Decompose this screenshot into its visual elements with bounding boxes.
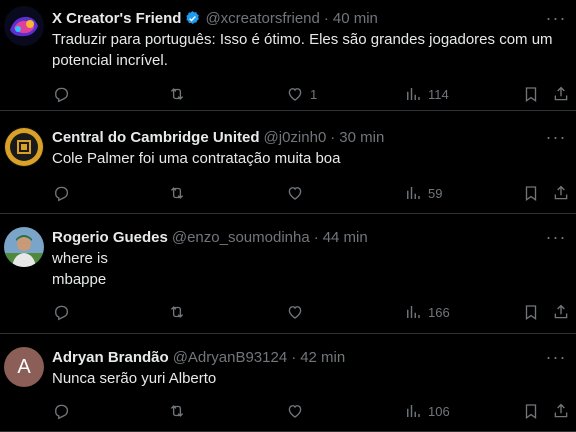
display-name[interactable]: X Creator's Friend <box>52 10 181 27</box>
more-icon[interactable]: ··· <box>546 8 566 28</box>
tweet-text: Cole Palmer foi uma contratação muita bo… <box>52 150 341 167</box>
tweet-actions: 106 <box>0 401 576 421</box>
display-name[interactable]: Central do Cambridge United <box>52 129 260 146</box>
tweet-header: Rogerio Guedes @enzo_soumodinha · 44 min <box>52 227 566 247</box>
tweet-text: Traduzir para português: Isso é ótimo. E… <box>52 31 553 69</box>
user-handle[interactable]: @AdryanB93124 <box>173 349 287 366</box>
user-handle[interactable]: @xcreatorsfriend <box>205 10 319 27</box>
heart-icon <box>288 405 302 418</box>
user-handle[interactable]: @enzo_soumodinha <box>172 229 310 246</box>
reply-icon <box>55 305 69 321</box>
like-button[interactable] <box>286 183 310 203</box>
tweet-header: Central do Cambridge United @j0zinh0 · 3… <box>52 127 566 147</box>
separator-dot: · <box>291 348 297 366</box>
tweet-header: Adryan Brandão @AdryanB93124 · 42 min <box>52 347 566 367</box>
share-button[interactable] <box>552 183 570 203</box>
reply-icon <box>55 404 69 420</box>
bookmark-button[interactable] <box>522 302 540 322</box>
retweet-button[interactable] <box>168 183 192 203</box>
verified-badge-icon <box>186 10 200 24</box>
views-icon <box>407 405 420 417</box>
bookmark-icon <box>525 87 537 103</box>
tweet-actions: 166 <box>0 302 576 322</box>
timestamp[interactable]: 30 min <box>339 129 384 146</box>
tweet[interactable]: A Adryan Brandão @AdryanB93124 · 42 min … <box>0 334 576 432</box>
reply-icon <box>55 87 69 103</box>
heart-icon <box>288 306 302 319</box>
more-icon[interactable]: ··· <box>546 347 566 367</box>
tweet[interactable]: X Creator's Friend @xcreatorsfriend · 40… <box>0 0 576 111</box>
reply-icon <box>55 186 69 202</box>
reply-button[interactable] <box>52 84 76 104</box>
tweet[interactable]: Central do Cambridge United @j0zinh0 · 3… <box>0 111 576 214</box>
share-button[interactable] <box>552 84 570 104</box>
like-button[interactable] <box>286 302 310 322</box>
tweet-actions: 59 <box>0 183 576 203</box>
retweet-icon <box>170 88 184 100</box>
bookmark-button[interactable] <box>522 84 540 104</box>
views-button[interactable]: 106 <box>404 401 450 421</box>
timestamp[interactable]: 40 min <box>333 10 378 27</box>
share-icon <box>554 185 568 200</box>
tweet-text: Nunca serão yuri Alberto <box>52 370 217 387</box>
retweet-button[interactable] <box>168 401 192 421</box>
views-icon <box>407 88 420 100</box>
share-icon <box>554 304 568 319</box>
display-name[interactable]: Rogerio Guedes <box>52 229 168 246</box>
more-icon[interactable]: ··· <box>546 227 566 247</box>
timestamp[interactable]: 44 min <box>323 229 368 246</box>
avatar[interactable] <box>4 6 44 46</box>
user-handle[interactable]: @j0zinh0 <box>264 129 327 146</box>
retweet-icon <box>170 405 184 417</box>
avatar[interactable] <box>4 227 44 267</box>
bookmark-button[interactable] <box>522 401 540 421</box>
avatar[interactable] <box>4 127 44 167</box>
display-name[interactable]: Adryan Brandão <box>52 349 169 366</box>
heart-icon <box>288 88 302 101</box>
more-icon[interactable]: ··· <box>546 127 566 147</box>
reply-button[interactable] <box>52 401 76 421</box>
separator-dot: · <box>330 128 336 146</box>
bookmark-icon <box>525 305 537 321</box>
share-button[interactable] <box>552 401 570 421</box>
avatar-letter: A <box>17 355 31 378</box>
retweet-button[interactable] <box>168 84 192 104</box>
reply-button[interactable] <box>52 302 76 322</box>
tweet-text: where is mbappe <box>52 250 108 288</box>
views-icon <box>407 187 420 199</box>
tweet-actions: 1 114 <box>0 84 576 104</box>
views-icon <box>407 306 420 318</box>
tweet[interactable]: Rogerio Guedes @enzo_soumodinha · 44 min… <box>0 214 576 334</box>
retweet-icon <box>170 306 184 318</box>
reply-button[interactable] <box>52 183 76 203</box>
separator-dot: · <box>313 228 319 246</box>
bookmark-icon <box>525 404 537 420</box>
share-icon <box>554 86 568 101</box>
avatar[interactable]: A <box>4 347 44 387</box>
bookmark-button[interactable] <box>522 183 540 203</box>
retweet-button[interactable] <box>168 302 192 322</box>
retweet-icon <box>170 187 184 199</box>
timestamp[interactable]: 42 min <box>300 349 345 366</box>
heart-icon <box>288 187 302 200</box>
bookmark-icon <box>525 186 537 202</box>
separator-dot: · <box>323 9 329 27</box>
views-button[interactable]: 114 <box>404 84 449 104</box>
views-button[interactable]: 166 <box>404 302 450 322</box>
like-button[interactable]: 1 <box>286 84 317 104</box>
share-icon <box>554 403 568 418</box>
share-button[interactable] <box>552 302 570 322</box>
tweet-header: X Creator's Friend @xcreatorsfriend · 40… <box>52 8 566 28</box>
like-button[interactable] <box>286 401 310 421</box>
views-button[interactable]: 59 <box>404 183 442 203</box>
